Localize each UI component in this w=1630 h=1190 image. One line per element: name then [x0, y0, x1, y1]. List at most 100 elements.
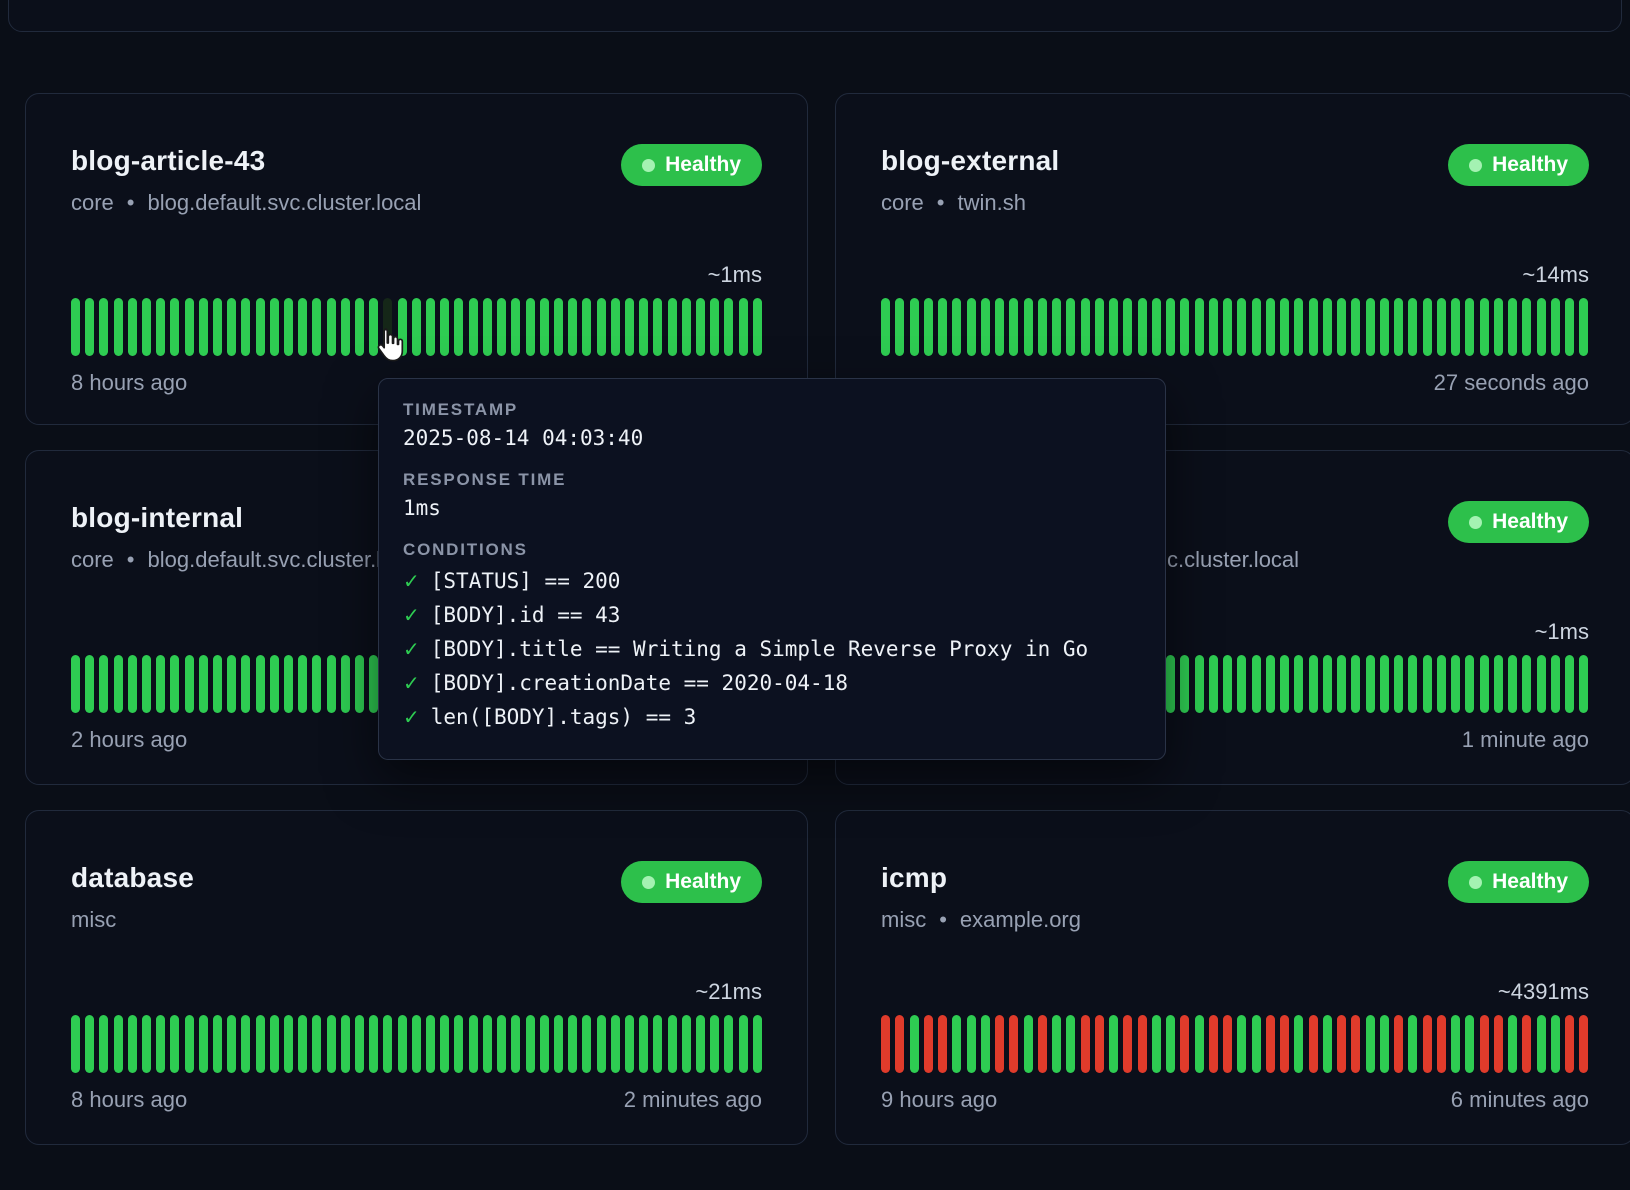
uptime-bar[interactable]	[653, 298, 662, 356]
uptime-bar[interactable]	[1508, 298, 1517, 356]
uptime-bar[interactable]	[270, 298, 279, 356]
uptime-bar[interactable]	[256, 1015, 265, 1073]
uptime-bar[interactable]	[497, 1015, 506, 1073]
uptime-bar[interactable]	[1394, 298, 1403, 356]
uptime-bar[interactable]	[1323, 655, 1332, 713]
uptime-bar[interactable]	[1209, 298, 1218, 356]
uptime-bar[interactable]	[1223, 655, 1232, 713]
uptime-bar[interactable]	[1451, 1015, 1460, 1073]
uptime-bar[interactable]	[1223, 298, 1232, 356]
uptime-bar[interactable]	[611, 1015, 620, 1073]
uptime-bar[interactable]	[426, 298, 435, 356]
uptime-bar[interactable]	[910, 298, 919, 356]
uptime-bar[interactable]	[298, 298, 307, 356]
endpoint-card-database[interactable]: database misc Healthy ~21ms 8 hours ago …	[25, 810, 808, 1145]
uptime-bar[interactable]	[967, 298, 976, 356]
uptime-bar[interactable]	[1565, 1015, 1574, 1073]
uptime-bar[interactable]	[967, 1015, 976, 1073]
uptime-bar[interactable]	[1480, 655, 1489, 713]
uptime-bar[interactable]	[1138, 1015, 1147, 1073]
uptime-bar[interactable]	[1351, 1015, 1360, 1073]
uptime-bar[interactable]	[1280, 655, 1289, 713]
uptime-bar[interactable]	[1366, 655, 1375, 713]
uptime-bar[interactable]	[895, 1015, 904, 1073]
uptime-bar[interactable]	[142, 1015, 151, 1073]
uptime-bar[interactable]	[668, 298, 677, 356]
uptime-bar[interactable]	[454, 298, 463, 356]
uptime-bar[interactable]	[114, 1015, 123, 1073]
uptime-bar[interactable]	[653, 1015, 662, 1073]
uptime-bar[interactable]	[753, 298, 762, 356]
uptime-bar[interactable]	[170, 1015, 179, 1073]
uptime-bar[interactable]	[1465, 1015, 1474, 1073]
uptime-bar[interactable]	[625, 1015, 634, 1073]
uptime-bars[interactable]	[71, 298, 762, 356]
uptime-bar[interactable]	[1266, 655, 1275, 713]
uptime-bar[interactable]	[1337, 655, 1346, 713]
uptime-bar[interactable]	[227, 298, 236, 356]
uptime-bar[interactable]	[1294, 298, 1303, 356]
uptime-bar[interactable]	[270, 655, 279, 713]
uptime-bar[interactable]	[85, 1015, 94, 1073]
uptime-bar[interactable]	[682, 298, 691, 356]
uptime-bar[interactable]	[213, 1015, 222, 1073]
uptime-bar[interactable]	[597, 1015, 606, 1073]
uptime-bar[interactable]	[1152, 1015, 1161, 1073]
uptime-bar[interactable]	[99, 655, 108, 713]
uptime-bar[interactable]	[383, 1015, 392, 1073]
uptime-bar[interactable]	[213, 298, 222, 356]
uptime-bar[interactable]	[170, 298, 179, 356]
uptime-bar[interactable]	[1066, 298, 1075, 356]
uptime-bar[interactable]	[284, 298, 293, 356]
uptime-bar[interactable]	[981, 298, 990, 356]
uptime-bar[interactable]	[1252, 1015, 1261, 1073]
uptime-bar[interactable]	[1109, 298, 1118, 356]
uptime-bar[interactable]	[227, 655, 236, 713]
uptime-bar[interactable]	[1522, 298, 1531, 356]
uptime-bar[interactable]	[85, 655, 94, 713]
uptime-bar[interactable]	[227, 1015, 236, 1073]
uptime-bar[interactable]	[1280, 298, 1289, 356]
endpoint-card-blog-external[interactable]: blog-external core • twin.sh Healthy ~14…	[835, 93, 1630, 425]
uptime-bar[interactable]	[1152, 298, 1161, 356]
uptime-bar[interactable]	[540, 1015, 549, 1073]
uptime-bar[interactable]	[1380, 655, 1389, 713]
uptime-bar[interactable]	[682, 1015, 691, 1073]
uptime-bar[interactable]	[284, 1015, 293, 1073]
uptime-bar[interactable]	[1423, 1015, 1432, 1073]
uptime-bar[interactable]	[1380, 298, 1389, 356]
uptime-bar[interactable]	[554, 298, 563, 356]
uptime-bar[interactable]	[199, 298, 208, 356]
uptime-bar[interactable]	[910, 1015, 919, 1073]
uptime-bar[interactable]	[511, 298, 520, 356]
uptime-bar[interactable]	[1408, 655, 1417, 713]
uptime-bar[interactable]	[1579, 655, 1588, 713]
uptime-bar[interactable]	[1166, 298, 1175, 356]
uptime-bar[interactable]	[1123, 298, 1132, 356]
uptime-bar[interactable]	[327, 298, 336, 356]
uptime-bar[interactable]	[256, 655, 265, 713]
uptime-bar[interactable]	[1437, 655, 1446, 713]
uptime-bar[interactable]	[170, 655, 179, 713]
uptime-bar[interactable]	[881, 298, 890, 356]
uptime-bar[interactable]	[1337, 1015, 1346, 1073]
uptime-bar[interactable]	[1537, 655, 1546, 713]
uptime-bar[interactable]	[1209, 1015, 1218, 1073]
uptime-bar[interactable]	[724, 1015, 733, 1073]
uptime-bar[interactable]	[1494, 655, 1503, 713]
uptime-bar[interactable]	[114, 655, 123, 713]
uptime-bar[interactable]	[753, 1015, 762, 1073]
uptime-bar[interactable]	[1551, 298, 1560, 356]
uptime-bar[interactable]	[156, 655, 165, 713]
uptime-bar[interactable]	[1551, 655, 1560, 713]
uptime-bar[interactable]	[554, 1015, 563, 1073]
uptime-bar[interactable]	[85, 298, 94, 356]
uptime-bar[interactable]	[1309, 1015, 1318, 1073]
uptime-bar[interactable]	[1309, 298, 1318, 356]
uptime-bar[interactable]	[1237, 1015, 1246, 1073]
uptime-bar[interactable]	[1180, 1015, 1189, 1073]
uptime-bar[interactable]	[895, 298, 904, 356]
uptime-bar[interactable]	[1522, 655, 1531, 713]
uptime-bar[interactable]	[625, 298, 634, 356]
uptime-bar[interactable]	[1565, 655, 1574, 713]
